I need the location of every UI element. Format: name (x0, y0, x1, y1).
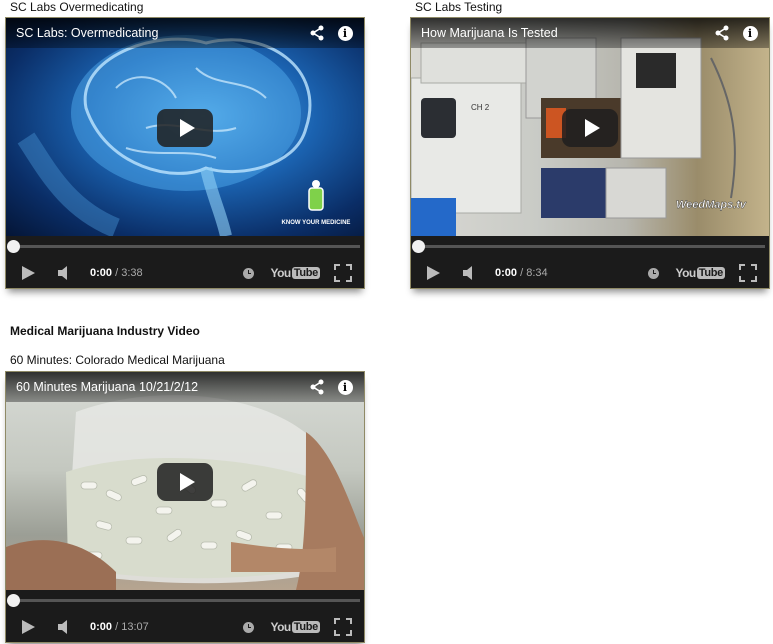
volume-icon[interactable] (459, 261, 481, 285)
progress-bar[interactable] (6, 236, 364, 256)
time-display: 0:00 / 3:38 (90, 267, 143, 279)
video-player-1[interactable]: KNOW YOUR MEDICINE SC Labs: Overmedicati… (5, 17, 365, 289)
play-icon (179, 473, 195, 491)
control-bar: 0:00 / 3:38 You Tube (6, 256, 364, 288)
info-icon[interactable]: i (336, 378, 354, 396)
info-icon[interactable]: i (741, 24, 759, 42)
watermark-text: WeedMaps.tv (676, 199, 747, 211)
play-icon[interactable] (16, 615, 40, 639)
progress-scrubber[interactable] (7, 594, 20, 607)
share-icon[interactable] (308, 378, 326, 396)
play-icon (584, 119, 600, 137)
info-icon[interactable]: i (336, 24, 354, 42)
watch-later-icon[interactable] (238, 263, 258, 283)
youtube-logo[interactable]: You Tube (270, 266, 320, 280)
svg-text:CH 2: CH 2 (471, 103, 490, 112)
fullscreen-icon[interactable] (332, 262, 354, 284)
watch-later-icon[interactable] (643, 263, 663, 283)
watch-later-icon[interactable] (238, 617, 258, 637)
time-display: 0:00 / 13:07 (90, 621, 149, 633)
title-bar: How Marijuana Is Tested i (411, 18, 769, 48)
fullscreen-icon[interactable] (737, 262, 759, 284)
video-title[interactable]: SC Labs: Overmedicating (16, 26, 298, 40)
video-caption-2: SC Labs Testing (415, 0, 503, 14)
page: SC Labs Overmedicating SC Labs Testing K… (0, 0, 773, 644)
video-title[interactable]: 60 Minutes Marijuana 10/21/2/12 (16, 380, 298, 394)
video-caption-3: 60 Minutes: Colorado Medical Marijuana (10, 353, 225, 367)
section-heading: Medical Marijuana Industry Video (10, 324, 200, 338)
video-player-2[interactable]: CH 2 WeedMaps.tv How Marijuana Is Tested… (410, 17, 770, 289)
progress-scrubber[interactable] (412, 240, 425, 253)
video-caption-1: SC Labs Overmedicating (10, 0, 144, 14)
share-icon[interactable] (713, 24, 731, 42)
video-thumbnail[interactable]: 60 Minutes Marijuana 10/21/2/12 i (6, 372, 364, 590)
fullscreen-icon[interactable] (332, 616, 354, 638)
title-bar: 60 Minutes Marijuana 10/21/2/12 i (6, 372, 364, 402)
progress-bar[interactable] (6, 590, 364, 610)
share-icon[interactable] (308, 24, 326, 42)
volume-icon[interactable] (54, 261, 76, 285)
play-button[interactable] (562, 109, 618, 147)
watermark-text: KNOW YOUR MEDICINE (282, 220, 351, 226)
control-bar: 0:00 / 13:07 You Tube (6, 610, 364, 642)
youtube-logo[interactable]: You Tube (270, 620, 320, 634)
volume-icon[interactable] (54, 615, 76, 639)
play-button[interactable] (157, 109, 213, 147)
video-player-3[interactable]: 60 Minutes Marijuana 10/21/2/12 i 0:00 /… (5, 371, 365, 643)
video-thumbnail[interactable]: CH 2 WeedMaps.tv How Marijuana Is Tested… (411, 18, 769, 236)
progress-scrubber[interactable] (7, 240, 20, 253)
progress-bar[interactable] (411, 236, 769, 256)
play-icon (179, 119, 195, 137)
title-bar: SC Labs: Overmedicating i (6, 18, 364, 48)
play-icon[interactable] (421, 261, 445, 285)
play-button[interactable] (157, 463, 213, 501)
play-icon[interactable] (16, 261, 40, 285)
time-display: 0:00 / 8:34 (495, 267, 548, 279)
video-title[interactable]: How Marijuana Is Tested (421, 26, 703, 40)
control-bar: 0:00 / 8:34 You Tube (411, 256, 769, 288)
video-thumbnail[interactable]: KNOW YOUR MEDICINE SC Labs: Overmedicati… (6, 18, 364, 236)
youtube-logo[interactable]: You Tube (675, 266, 725, 280)
